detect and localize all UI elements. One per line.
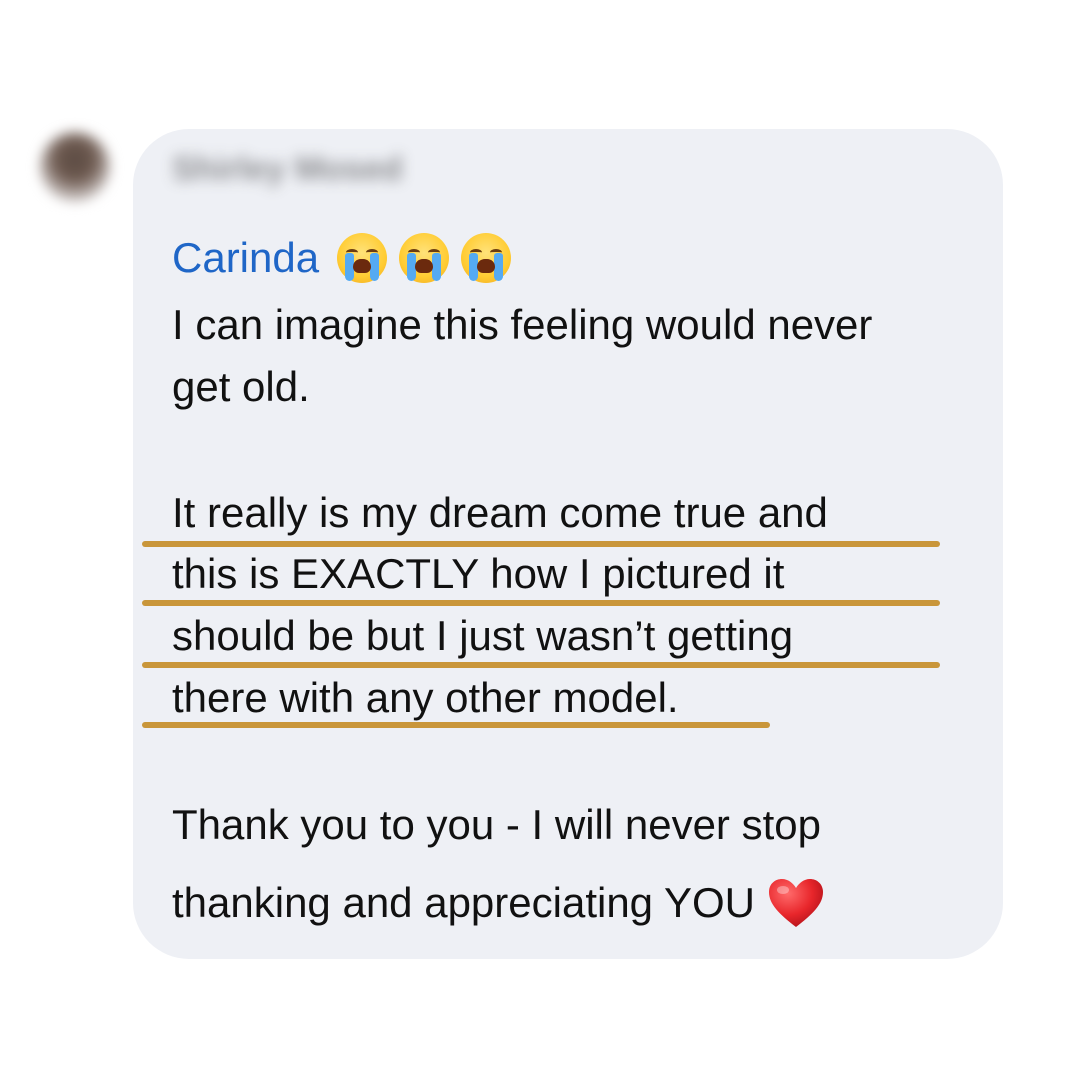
crying-face-icon [461, 233, 512, 283]
highlight-underline [142, 541, 940, 547]
mention-link[interactable]: Carinda [172, 234, 319, 282]
avatar[interactable] [40, 132, 110, 202]
mention-line: Carinda [172, 228, 523, 288]
screenshot-canvas: Shirley Mosed Carinda I can imagine this… [0, 0, 1080, 1080]
crying-face-icon [337, 233, 388, 283]
red-heart-icon [768, 878, 823, 927]
comment-text: thanking and appreciating YOU [172, 879, 755, 926]
comment-text-line: get old. [172, 363, 310, 410]
highlight-underline [142, 600, 940, 606]
comment-text-line-last: thanking and appreciating YOU [172, 878, 825, 929]
comment-text-line: It really is my dream come true and [172, 489, 828, 536]
comment-text-line: I can imagine this feeling would never [172, 301, 873, 348]
comment-text-line: this is EXACTLY how I pictured it [172, 550, 785, 597]
comment-text-line: there with any other model. [172, 674, 679, 721]
author-name[interactable]: Shirley Mosed [172, 150, 403, 189]
highlight-underline [142, 662, 940, 668]
comment-text-line: should be but I just wasn’t getting [172, 612, 794, 659]
comment-text-line: Thank you to you - I will never stop [172, 801, 821, 848]
highlight-underline [142, 722, 770, 728]
crying-face-icon [399, 233, 450, 283]
